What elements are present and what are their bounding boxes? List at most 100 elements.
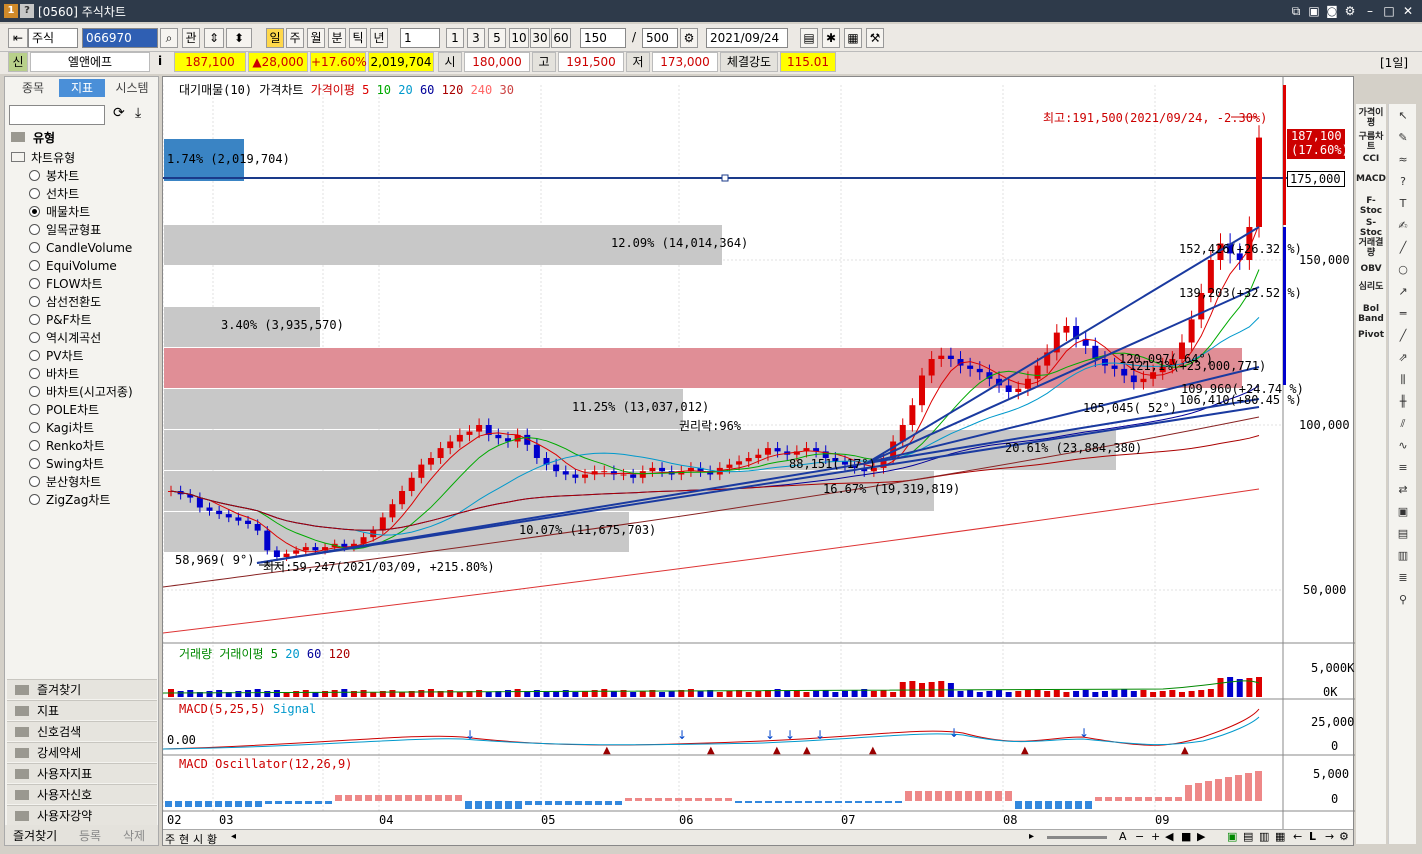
total-input[interactable]: 500	[642, 28, 678, 48]
help2-icon[interactable]: ?	[1395, 174, 1411, 190]
wrench-icon[interactable]: ⚲	[1395, 592, 1411, 608]
circle-icon[interactable]: ○	[1395, 262, 1411, 278]
radio-icon[interactable]	[29, 170, 40, 181]
l-icon[interactable]: L	[1309, 830, 1316, 843]
radio-icon[interactable]	[29, 494, 40, 505]
chart-type-option[interactable]: PV차트	[29, 347, 84, 365]
save-icon[interactable]: ▦	[844, 28, 862, 48]
chart-type-option[interactable]: ZigZag차트	[29, 491, 110, 509]
chart-type-option[interactable]: 삼선전환도	[29, 293, 101, 311]
back-icon[interactable]: ◀	[1165, 830, 1173, 843]
image-icon[interactable]: ▦	[1275, 830, 1285, 843]
indicator-shortcut[interactable]: 심리도	[1356, 282, 1386, 292]
play-icon[interactable]: ▶	[1197, 830, 1205, 843]
stock-code-input[interactable]: 066970	[82, 28, 158, 48]
quick-3[interactable]: 3	[467, 28, 485, 48]
link-icon[interactable]: ⧉	[1288, 3, 1304, 19]
chart-type-option[interactable]: EquiVolume	[29, 257, 117, 275]
bottom-scrollbar[interactable]: 주 현 시 황 ◂ ▸ A − + ◀ ■ ▶ ▣ ▤ ▥ ▦ ← L → ⚙	[163, 829, 1353, 847]
radio-icon[interactable]	[29, 206, 40, 217]
download-icon[interactable]: ⤓	[135, 105, 141, 121]
grid-icon[interactable]: ≡	[1395, 460, 1411, 476]
radio-icon[interactable]	[29, 404, 40, 415]
help-icon[interactable]: ?	[20, 4, 34, 18]
tab-current[interactable]: 현	[179, 831, 189, 847]
layout-icon[interactable]: ▥	[1395, 548, 1411, 564]
save2-icon[interactable]: ▤	[1243, 830, 1253, 843]
maximize-icon[interactable]: □	[1381, 3, 1397, 19]
zoom-out-icon[interactable]: −	[1135, 830, 1144, 843]
date-input[interactable]: 2021/09/24	[706, 28, 788, 48]
chart-type-option[interactable]: FLOW차트	[29, 275, 103, 293]
folder-item[interactable]: 사용자지표	[7, 763, 157, 783]
scroll-left-icon[interactable]: ◂	[231, 831, 236, 842]
period-week[interactable]: 주	[286, 28, 304, 48]
indicator-shortcut[interactable]: F-Stoc	[1356, 196, 1386, 216]
indicator-shortcut[interactable]: Pivot	[1356, 330, 1386, 340]
indicator-shortcut[interactable]: MACD	[1356, 174, 1386, 184]
chart-type-option[interactable]: POLE차트	[29, 401, 99, 419]
screen-icon[interactable]: ▣	[1306, 3, 1322, 19]
hline-icon[interactable]: ═	[1395, 306, 1411, 322]
indicator-shortcut[interactable]: 거래결량	[1356, 238, 1386, 258]
radio-icon[interactable]	[29, 314, 40, 325]
channel-icon[interactable]: ⇗	[1395, 350, 1411, 366]
minimize-icon[interactable]: –	[1362, 3, 1378, 19]
radio-icon[interactable]	[29, 386, 40, 397]
period-minute[interactable]: 분	[328, 28, 346, 48]
indicator-shortcut[interactable]: 가격이평	[1356, 108, 1386, 128]
stop-icon[interactable]: ■	[1181, 830, 1191, 843]
close-icon[interactable]: ✕	[1400, 3, 1416, 19]
swap-icon[interactable]: ⇄	[1395, 482, 1411, 498]
tools-icon[interactable]: ⚒	[866, 28, 884, 48]
chart-type-option[interactable]: CandleVolume	[29, 239, 132, 257]
gann-icon[interactable]: ╫	[1395, 394, 1411, 410]
group-chart-type[interactable]: 차트유형	[11, 149, 75, 166]
scroll-right-icon[interactable]: ▸	[1029, 831, 1034, 842]
period-tick[interactable]: 틱	[349, 28, 367, 48]
box-icon[interactable]: ▣	[1395, 504, 1411, 520]
draw-icon[interactable]: ✍	[1395, 218, 1411, 234]
folder-item[interactable]: 지표	[7, 700, 157, 720]
chart-type-option[interactable]: 역시계곡선	[29, 329, 101, 347]
chart-type-option[interactable]: 바차트(시고저종)	[29, 383, 133, 401]
gwan-button[interactable]: 관	[182, 28, 200, 48]
wave2-icon[interactable]: ∿	[1395, 438, 1411, 454]
indicator-shortcut[interactable]: Bol Band	[1356, 304, 1386, 324]
radio-icon[interactable]	[29, 458, 40, 469]
cursor-icon[interactable]: ↖	[1395, 108, 1411, 124]
folder-item[interactable]: 사용자신호	[7, 784, 157, 804]
radio-icon[interactable]	[29, 440, 40, 451]
stepper-icon[interactable]: ⬍	[226, 28, 252, 48]
arrow-tool-icon[interactable]: ↗	[1395, 284, 1411, 300]
radio-icon[interactable]	[29, 350, 40, 361]
market-select[interactable]: 주식	[28, 28, 78, 48]
config-icon[interactable]: ✱	[822, 28, 840, 48]
delete-button[interactable]: 삭제	[123, 827, 145, 844]
settings-icon[interactable]: ⚙	[680, 28, 698, 48]
chart-type-option[interactable]: 일목균형표	[29, 221, 101, 239]
tab-week[interactable]: 주	[165, 831, 175, 847]
tab-status[interactable]: 황	[207, 831, 217, 847]
chart-type-option[interactable]: Swing차트	[29, 455, 104, 473]
prev-stock-icon[interactable]: ⇤	[8, 28, 28, 48]
chart-type-option[interactable]: 선차트	[29, 185, 79, 203]
chart-area[interactable]: ↓ ↓ ↓ ↓ ↓ ↓ ↓ ▲ ▲ ▲ ▲ ▲ ▲ ▲ 대기매물(10) 가격차트 가격이평 5 10 2…	[162, 76, 1355, 847]
refresh-icon[interactable]: ⟳	[113, 105, 125, 121]
radio-icon[interactable]	[29, 368, 40, 379]
quick-5[interactable]: 5	[488, 28, 506, 48]
radio-icon[interactable]	[29, 332, 40, 343]
chart-type-option[interactable]: 봉차트	[29, 167, 79, 185]
tab-system[interactable]: 시스템	[107, 79, 157, 97]
radio-icon[interactable]	[29, 296, 40, 307]
quick-60[interactable]: 60	[551, 28, 571, 48]
tab-stock[interactable]: 종목	[9, 79, 57, 97]
count-input[interactable]: 150	[580, 28, 626, 48]
folder-item[interactable]: 신호검색	[7, 721, 157, 741]
sort-icon[interactable]: ⇕	[204, 28, 224, 48]
period-month[interactable]: 월	[307, 28, 325, 48]
parallel-icon[interactable]: ⫽	[1395, 416, 1411, 432]
zoom-slider[interactable]	[1047, 836, 1107, 839]
register-button[interactable]: 등록	[79, 827, 101, 844]
chart-type-option[interactable]: Kagi차트	[29, 419, 94, 437]
